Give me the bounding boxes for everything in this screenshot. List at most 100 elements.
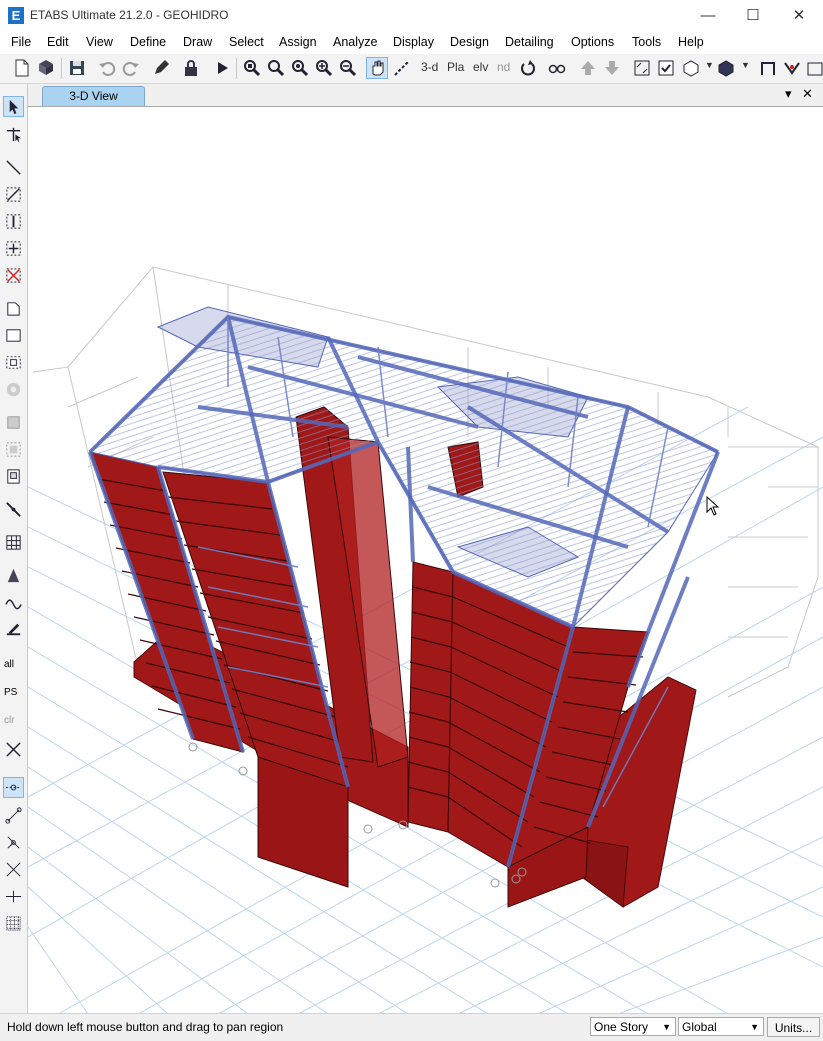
perspective-icon[interactable] xyxy=(547,58,567,78)
status-bar: Hold down left mouse button and drag to … xyxy=(0,1013,823,1041)
menu-draw[interactable]: Draw xyxy=(183,35,212,49)
model-3d-viewport[interactable] xyxy=(27,106,823,1015)
draw-link-icon[interactable] xyxy=(4,500,23,519)
draw-wall-stack-icon[interactable] xyxy=(4,467,23,486)
frame-icon[interactable] xyxy=(758,58,778,78)
window-title: ETABS Ultimate 21.2.0 - GEOHIDRO xyxy=(30,8,229,22)
maximize-button[interactable]: ☐ xyxy=(730,0,776,31)
zoom-in-icon[interactable] xyxy=(314,58,334,78)
undo-icon[interactable] xyxy=(97,58,117,78)
units-button[interactable]: Units... xyxy=(767,1017,820,1037)
draw-beam-icon[interactable] xyxy=(4,185,23,204)
menu-tools[interactable]: Tools xyxy=(632,35,661,49)
previous-selection-label: PS xyxy=(4,687,18,698)
toolbar-separator xyxy=(236,58,237,79)
quick-draw-wall-icon[interactable] xyxy=(4,440,23,459)
pan-icon[interactable] xyxy=(366,57,388,79)
zoom-out-icon[interactable] xyxy=(338,58,358,78)
tab-dropdown-icon[interactable]: ▾ xyxy=(785,86,792,102)
left-toolbar: all PS clr xyxy=(0,84,28,1013)
draw-joint-icon[interactable] xyxy=(4,158,23,177)
close-window-button[interactable]: ✕ xyxy=(776,0,822,31)
draw-opening-icon[interactable] xyxy=(4,380,23,399)
story-select[interactable]: One Story ▼ xyxy=(590,1017,676,1036)
set-display-icon[interactable] xyxy=(632,58,652,78)
tab-strip: 3-D View ▾ ✕ xyxy=(28,84,823,106)
minimize-button[interactable]: — xyxy=(685,0,731,31)
save-icon[interactable] xyxy=(67,58,87,78)
draw-wall-icon[interactable] xyxy=(4,413,23,432)
menu-options[interactable]: Options xyxy=(571,35,614,49)
reshape-icon[interactable] xyxy=(4,125,23,144)
rotate-icon[interactable] xyxy=(518,58,538,78)
tab-3d-view[interactable]: 3-D View xyxy=(42,86,145,106)
section-icon[interactable] xyxy=(804,58,823,78)
draw-wave-icon[interactable] xyxy=(4,593,23,612)
lock-icon[interactable] xyxy=(181,58,201,78)
mouse-cursor-icon xyxy=(706,495,720,516)
status-message: Hold down left mouse button and drag to … xyxy=(7,1020,284,1034)
draw-x-brace-icon[interactable] xyxy=(4,266,23,285)
redo-icon[interactable] xyxy=(121,58,141,78)
view-nd-button[interactable]: nd xyxy=(497,60,510,74)
menu-help[interactable]: Help xyxy=(678,35,704,49)
menu-analyze[interactable]: Analyze xyxy=(333,35,377,49)
snap-points-icon[interactable] xyxy=(3,777,24,798)
draw-dimension-icon[interactable] xyxy=(4,620,23,639)
menu-edit[interactable]: Edit xyxy=(47,35,69,49)
close-tab-icon[interactable]: ✕ xyxy=(802,86,813,102)
previous-selection-button[interactable]: PS xyxy=(4,687,23,706)
object-view-icon[interactable] xyxy=(681,58,701,78)
menu-display[interactable]: Display xyxy=(393,35,434,49)
title-bar: E ETABS Ultimate 21.2.0 - GEOHIDRO — ☐ ✕ xyxy=(0,0,823,31)
select-all-button[interactable]: all xyxy=(4,659,23,678)
extrude-view-icon[interactable] xyxy=(716,58,736,78)
snap-lines-icon[interactable] xyxy=(4,887,23,906)
new-model-icon[interactable] xyxy=(12,58,32,78)
draw-floor-icon[interactable] xyxy=(4,299,23,318)
zoom-window-icon[interactable] xyxy=(242,58,262,78)
checkbox-icon[interactable] xyxy=(656,58,676,78)
view-3d-button[interactable]: 3-d xyxy=(421,60,438,74)
coordinate-system-select[interactable]: Global ▼ xyxy=(678,1017,764,1036)
menu-define[interactable]: Define xyxy=(130,35,166,49)
snap-fine-grid-icon[interactable] xyxy=(4,914,23,933)
move-down-icon[interactable] xyxy=(602,58,622,78)
draw-brace-icon[interactable] xyxy=(4,239,23,258)
zoom-restore-icon[interactable] xyxy=(266,58,286,78)
menu-design[interactable]: Design xyxy=(450,35,489,49)
zoom-extents-icon[interactable] xyxy=(290,58,310,78)
intersecting-line-select-icon[interactable] xyxy=(4,740,23,759)
snap-perpendicular-icon[interactable] xyxy=(4,860,23,879)
open-model-icon[interactable] xyxy=(36,58,56,78)
menu-file[interactable]: File xyxy=(11,35,31,49)
chevron-down-icon[interactable]: ▼ xyxy=(705,60,714,70)
clear-selection-label: clr xyxy=(4,715,15,726)
menu-detailing[interactable]: Detailing xyxy=(505,35,554,49)
draw-rectangle-icon[interactable] xyxy=(4,326,23,345)
pencil-icon[interactable] xyxy=(151,58,171,78)
menu-select[interactable]: Select xyxy=(229,35,264,49)
run-analysis-icon[interactable] xyxy=(212,58,232,78)
quick-draw-icon[interactable] xyxy=(4,353,23,372)
view-plan-button[interactable]: Pla xyxy=(447,60,464,74)
draw-grid-icon[interactable] xyxy=(4,533,23,552)
draw-column-icon[interactable] xyxy=(4,212,23,231)
draw-special-icon[interactable] xyxy=(782,58,802,78)
view-elevation-button[interactable]: elv xyxy=(473,60,488,74)
snap-intersections-icon[interactable] xyxy=(4,833,23,852)
rubber-band-icon[interactable] xyxy=(392,58,412,78)
model-3d-canvas[interactable] xyxy=(27,107,823,1015)
move-up-icon[interactable] xyxy=(578,58,598,78)
coordinate-system-value: Global xyxy=(682,1020,717,1034)
menu-assign[interactable]: Assign xyxy=(279,35,317,49)
clear-selection-button[interactable]: clr xyxy=(4,715,23,734)
menu-view[interactable]: View xyxy=(86,35,113,49)
draw-tendon-icon[interactable] xyxy=(4,566,23,585)
chevron-down-icon[interactable]: ▼ xyxy=(741,60,750,70)
snap-ends-icon[interactable] xyxy=(4,806,23,825)
pointer-icon[interactable] xyxy=(3,96,24,117)
main-toolbar: 3-d Pla elv nd ▼ ▼ xyxy=(0,54,823,84)
select-all-label: all xyxy=(4,659,15,670)
chevron-down-icon: ▼ xyxy=(750,1022,759,1032)
